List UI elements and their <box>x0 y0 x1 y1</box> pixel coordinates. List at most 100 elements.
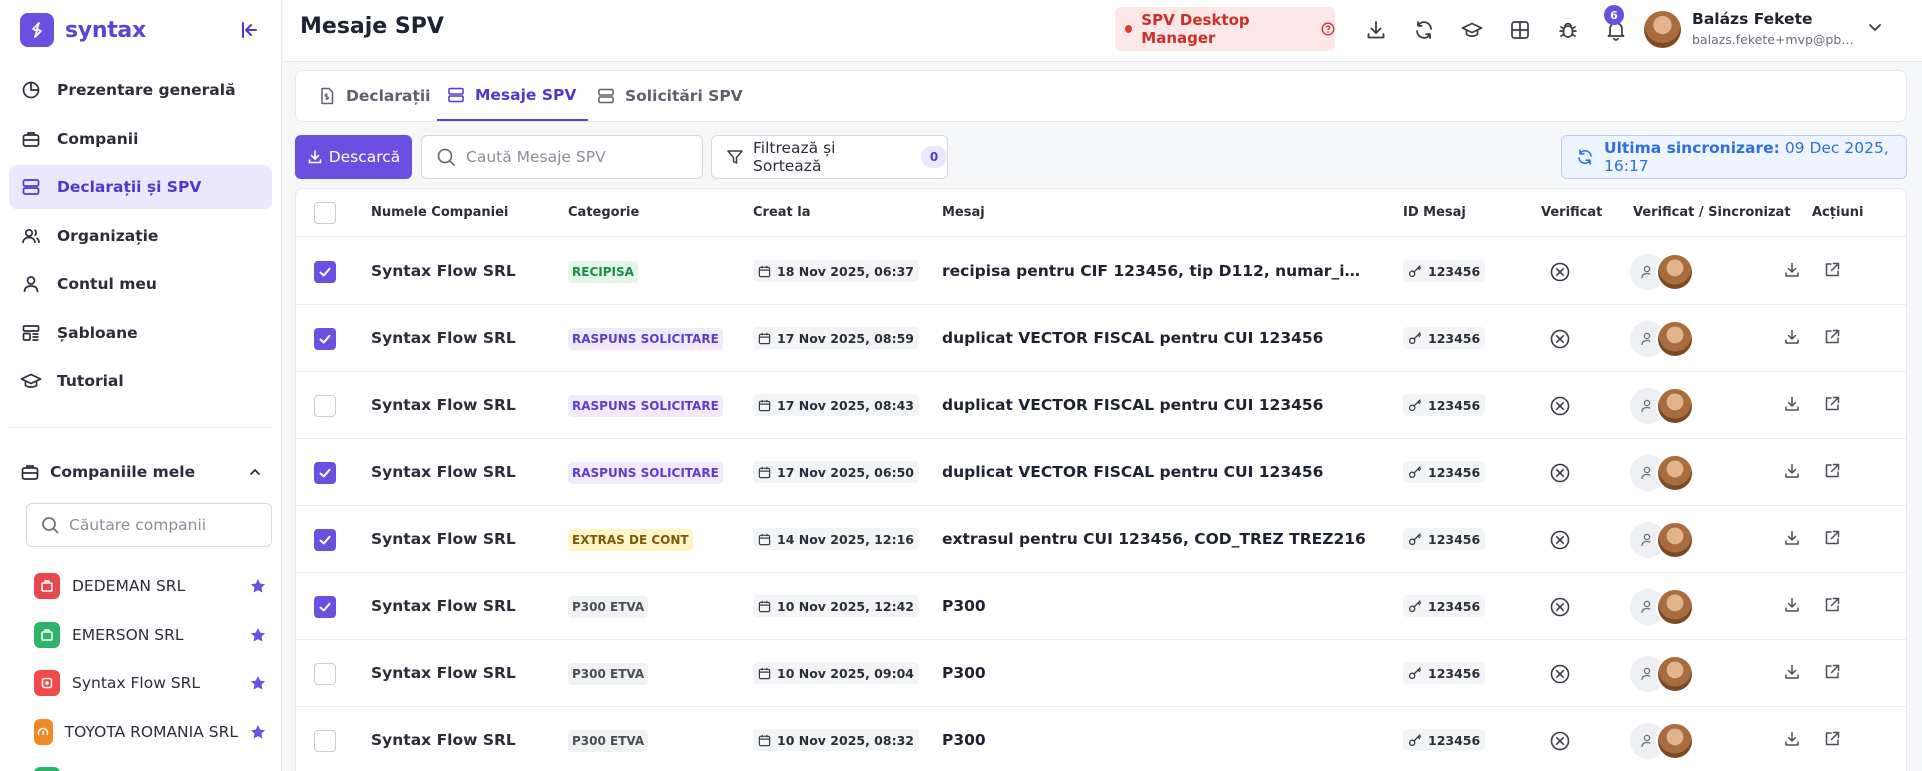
column-header[interactable]: ID Mesaj <box>1403 205 1466 220</box>
external-link-icon[interactable] <box>1823 596 1841 614</box>
message-cell[interactable]: duplicat VECTOR FISCAL pentru CUI 123456 <box>942 463 1366 481</box>
column-header[interactable]: Mesaj <box>942 205 985 220</box>
star-icon[interactable] <box>250 675 266 691</box>
nav-item-declarations-spv[interactable]: Declarații și SPV <box>9 165 272 209</box>
external-link-icon[interactable] <box>1823 663 1841 681</box>
message-cell[interactable]: P300 <box>942 664 1366 682</box>
message-id-cell[interactable]: 123456 <box>1403 461 1486 483</box>
verified-synced-avatars <box>1630 387 1700 425</box>
company-item[interactable]: TOYOTA ROMANIA SRL <box>34 708 266 757</box>
column-header[interactable]: Numele Companiei <box>371 205 508 220</box>
company-search-input[interactable]: Căutare companii <box>26 503 272 547</box>
external-link-icon[interactable] <box>1823 328 1841 346</box>
company-item-partial[interactable] <box>34 756 266 771</box>
star-icon[interactable] <box>250 724 266 740</box>
message-cell[interactable]: P300 <box>942 597 1366 615</box>
my-companies-header[interactable]: Companiile mele <box>20 458 262 486</box>
graduation-cap-icon[interactable] <box>1458 16 1486 44</box>
filter-sort-button[interactable]: Filtrează și Sortează 0 <box>711 135 948 179</box>
download-icon[interactable] <box>1783 596 1801 614</box>
tab-spv-requests[interactable]: Solicitări SPV <box>597 71 743 121</box>
download-button[interactable]: Descarcă <box>295 135 412 179</box>
table-row[interactable]: Syntax Flow SRL RASPUNS SOLICITARE 17 Nov … <box>296 305 1906 372</box>
download-icon[interactable] <box>1783 663 1801 681</box>
download-icon[interactable] <box>1362 16 1390 44</box>
bug-icon[interactable] <box>1554 16 1582 44</box>
download-icon[interactable] <box>1783 730 1801 748</box>
spv-desktop-manager-button[interactable]: SPV Desktop Manager <box>1115 7 1335 51</box>
column-header[interactable]: Verificat <box>1541 205 1602 220</box>
nav-item-my-account[interactable]: Contul meu <box>9 262 272 306</box>
table-row[interactable]: Syntax Flow SRL P300 ETVA 10 Nov 2025, 09:… <box>296 640 1906 707</box>
chevron-down-icon[interactable] <box>1866 18 1884 36</box>
star-icon[interactable] <box>250 627 266 643</box>
row-checkbox[interactable] <box>314 462 336 484</box>
table-row[interactable]: Syntax Flow SRL RASPUNS SOLICITARE 17 Nov … <box>296 372 1906 439</box>
check-icon <box>319 602 331 612</box>
user-avatar <box>1656 722 1694 760</box>
nav-item-templates[interactable]: Șabloane <box>9 311 272 355</box>
user-avatar[interactable] <box>1644 11 1681 48</box>
column-header[interactable]: Categorie <box>568 205 639 220</box>
message-cell[interactable]: P300 <box>942 731 1366 749</box>
nav-item-companies[interactable]: Companii <box>9 117 272 161</box>
collapse-sidebar-button[interactable] <box>236 16 264 44</box>
download-icon[interactable] <box>1783 529 1801 547</box>
row-checkbox[interactable] <box>314 328 336 350</box>
created-date: 17 Nov 2025, 08:59 <box>777 330 914 346</box>
chevron-up-icon[interactable] <box>248 465 262 479</box>
message-cell[interactable]: duplicat VECTOR FISCAL pentru CUI 123456 <box>942 396 1366 414</box>
column-header[interactable]: Creat la <box>753 205 811 220</box>
company-item[interactable]: EMERSON SRL <box>34 611 266 660</box>
help-circle-icon[interactable] <box>1321 22 1335 36</box>
star-icon[interactable] <box>250 578 266 594</box>
nav-item-organization[interactable]: Organizație <box>9 214 272 258</box>
download-icon[interactable] <box>1783 462 1801 480</box>
external-link-icon[interactable] <box>1823 261 1841 279</box>
download-icon[interactable] <box>1783 395 1801 413</box>
message-id-cell[interactable]: 123456 <box>1403 394 1486 416</box>
table-row[interactable]: Syntax Flow SRL P300 ETVA 10 Nov 2025, 08:… <box>296 707 1906 771</box>
table-row[interactable]: Syntax Flow SRL P300 ETVA 10 Nov 2025, 12:… <box>296 573 1906 640</box>
message-id-cell[interactable]: 123456 <box>1403 327 1486 349</box>
row-checkbox[interactable] <box>314 261 336 283</box>
refresh-icon[interactable] <box>1410 16 1438 44</box>
nav-item-overview[interactable]: Prezentare generală <box>9 68 272 112</box>
external-link-icon[interactable] <box>1823 730 1841 748</box>
tab-spv-messages[interactable]: Mesaje SPV <box>437 71 589 121</box>
nav-item-tutorial[interactable]: Tutorial <box>9 359 272 403</box>
table-row[interactable]: Syntax Flow SRL EXTRAS DE CONT 14 Nov 2025… <box>296 506 1906 573</box>
column-header[interactable]: Verificat / Sincronizat <box>1633 205 1791 220</box>
select-all-checkbox[interactable] <box>314 202 336 224</box>
table-row[interactable]: Syntax Flow SRL RASPUNS SOLICITARE 17 Nov … <box>296 439 1906 506</box>
external-link-icon[interactable] <box>1823 395 1841 413</box>
message-id-cell[interactable]: 123456 <box>1403 662 1486 684</box>
download-icon[interactable] <box>1783 261 1801 279</box>
company-item[interactable]: Syntax Flow SRL <box>34 659 266 708</box>
message-cell[interactable]: duplicat VECTOR FISCAL pentru CUI 123456 <box>942 329 1366 347</box>
message-id-cell[interactable]: 123456 <box>1403 528 1486 550</box>
last-sync-indicator[interactable]: Ultima sincronizare: 09 Dec 2025, 16:17 <box>1561 135 1907 179</box>
message-id-cell[interactable]: 123456 <box>1403 729 1486 751</box>
apps-icon[interactable] <box>1506 16 1534 44</box>
message-id-cell[interactable]: 123456 <box>1403 595 1486 617</box>
messages-search-input[interactable]: Caută Mesaje SPV <box>421 135 703 179</box>
row-checkbox[interactable] <box>314 529 336 551</box>
row-checkbox[interactable] <box>314 663 336 685</box>
row-checkbox[interactable] <box>314 730 336 752</box>
row-checkbox[interactable] <box>314 596 336 618</box>
company-name-cell: Syntax Flow SRL <box>371 731 516 749</box>
table-row[interactable]: Syntax Flow SRL RECIPISA 18 Nov 2025, 06:3… <box>296 238 1906 305</box>
download-icon[interactable] <box>1783 328 1801 346</box>
message-id-cell[interactable]: 123456 <box>1403 260 1486 282</box>
row-checkbox[interactable] <box>314 395 336 417</box>
message-cell[interactable]: extrasul pentru CUI 123456, COD_TREZ TRE… <box>942 530 1366 548</box>
brand[interactable]: syntax <box>20 12 146 48</box>
message-cell[interactable]: recipisa pentru CIF 123456, tip D112, nu… <box>942 262 1366 280</box>
external-link-icon[interactable] <box>1823 529 1841 547</box>
tab-declarations[interactable]: Declarații <box>318 71 430 121</box>
refresh-icon <box>1576 148 1594 166</box>
external-link-icon[interactable] <box>1823 462 1841 480</box>
company-item[interactable]: DEDEMAN SRL <box>34 562 266 611</box>
column-header[interactable]: Acțiuni <box>1812 205 1863 220</box>
